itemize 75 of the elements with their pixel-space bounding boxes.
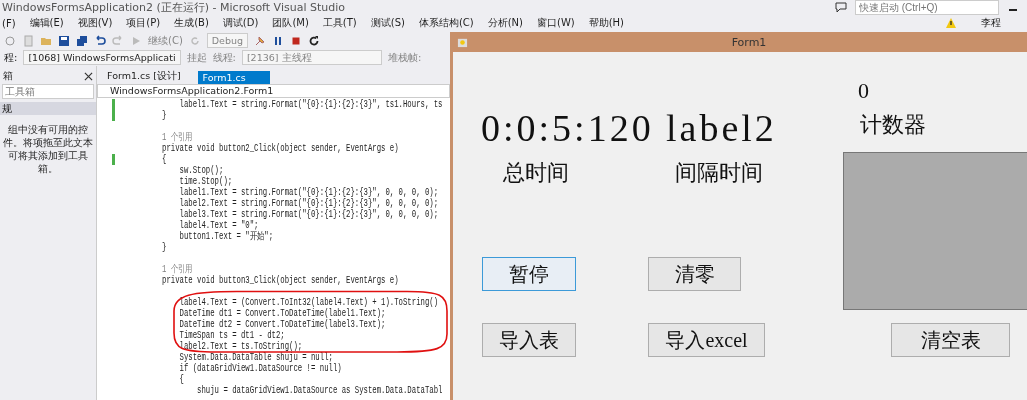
thread-label: 线程: xyxy=(212,50,236,65)
code-line: DateTime dt1 = Convert.ToDateTime(label1.Text); xyxy=(178,309,386,318)
form-label: 间隔时间 xyxy=(675,160,763,187)
save-all-icon[interactable] xyxy=(76,34,88,47)
code-line: label3.Text = string.Format("{0}:{1}:{2}:{3}", 0, 0, 0, 0); xyxy=(178,210,439,219)
toolbox-message: 组中没有可用的控件。将项拖至此文本可将其添加到工具箱。 xyxy=(2,123,94,175)
process-dropdown[interactable]: [1068] WindowsFormsApplicati xyxy=(23,50,181,65)
code-line: time.Stop(); xyxy=(178,177,233,186)
code-line: sw.Stop(); xyxy=(178,166,224,175)
form-button[interactable]: 导入表 xyxy=(482,323,576,357)
code-line: { xyxy=(178,375,184,384)
window-title: WindowsFormsApplication2 (正在运行) - Microsoft Visual Studio xyxy=(2,0,345,15)
editor-tab[interactable]: Form1.cs xyxy=(197,71,270,84)
form-button[interactable]: 清零 xyxy=(648,257,741,291)
feedback-icon[interactable] xyxy=(835,1,847,13)
form-label: 总时间 xyxy=(503,160,569,187)
toolbox-search-field[interactable]: 工具箱 xyxy=(2,84,94,99)
code-line: TimeSpan ts = dt1 - dt2; xyxy=(178,331,285,340)
suspend-button[interactable]: 挂起 xyxy=(186,50,207,65)
configuration-dropdown[interactable]: Debug xyxy=(206,33,249,48)
code-line: } xyxy=(161,243,167,252)
menu-item[interactable]: 生成(B) xyxy=(174,16,209,30)
thread-dropdown[interactable]: [2136] 主线程 xyxy=(241,50,382,65)
window-title: Form1 xyxy=(730,35,768,49)
menu-item[interactable]: 分析(N) xyxy=(487,16,523,30)
toolbox-group-header[interactable]: 规 xyxy=(0,102,96,115)
menu-item[interactable]: 编辑(E) xyxy=(29,16,64,30)
code-line: 1 个引用 xyxy=(161,265,193,274)
menu-item[interactable]: 体系结构(C) xyxy=(418,16,474,30)
form-label: 0:0:5:120 xyxy=(481,106,654,151)
code-line: label2.Text = ts.ToString(); xyxy=(178,342,303,351)
user-name[interactable]: 李程 xyxy=(981,16,1001,30)
menu-item[interactable]: 调试(D) xyxy=(222,16,259,30)
menu-item[interactable]: 项目(P) xyxy=(126,16,161,30)
form-label: 0 xyxy=(858,78,869,105)
pin-icon[interactable] xyxy=(254,34,267,47)
toolbox-title: 箱 xyxy=(3,69,13,83)
undo-icon[interactable] xyxy=(94,34,106,47)
editor-tab[interactable]: Form1.cs [设计] xyxy=(102,69,186,84)
close-icon[interactable] xyxy=(84,71,93,81)
form-label: label2 xyxy=(666,106,777,151)
menu-item[interactable]: 视图(V) xyxy=(77,16,113,30)
menu-item[interactable]: 帮助(H) xyxy=(588,16,624,30)
code-line: label2.Text = string.Format("{0}:{1}:{2}:{3}", 0, 0, 0, 0); xyxy=(178,199,439,208)
menu-item[interactable]: 工具(T) xyxy=(322,16,357,30)
code-line: shuju = dataGridView1.DataSource as System.Data.DataTabl xyxy=(196,386,443,395)
app-icon xyxy=(457,36,468,48)
warning-icon[interactable] xyxy=(945,17,957,29)
code-line: label1.Text = string.Format("{0}:{1}:{2}:{3}", ts1.Hours, ts xyxy=(178,100,443,109)
form-label: 计数器 xyxy=(860,112,926,139)
navigation-dropdown[interactable]: WindowsFormsApplication2.Form1 xyxy=(97,84,450,98)
menu-item[interactable]: 窗口(W) xyxy=(537,16,575,30)
menu-item[interactable]: (F) xyxy=(2,17,16,29)
stack-frame-label: 堆栈帧: xyxy=(387,50,422,65)
form-button[interactable]: 导入excel xyxy=(648,323,765,357)
code-line: private void button3_Click(object sender, EventArgs e) xyxy=(161,276,399,285)
code-line: DateTime dt2 = Convert.ToDateTime(label3.Text); xyxy=(178,320,386,329)
code-line: label4.Text = "0"; xyxy=(178,221,259,230)
quick-launch-field[interactable]: 快速启动 (Ctrl+Q) xyxy=(855,0,999,15)
code-line: private void button2_Click(object sender, EventArgs e) xyxy=(161,144,399,153)
code-line: System.Data.DataTable shuju = null; xyxy=(178,353,333,362)
code-line: label1.Text = string.Format("{0}:{1}:{2}:{3}", 0, 0, 0, 0); xyxy=(178,188,439,197)
process-label: 程: xyxy=(4,50,18,65)
menu-item[interactable]: 团队(M) xyxy=(272,16,309,30)
code-line: if (dataGridView1.DataSource != null) xyxy=(178,364,342,373)
code-line: label4.Text = (Convert.ToInt32(label4.Text) + 1).ToString() xyxy=(178,298,439,307)
save-icon[interactable] xyxy=(58,34,70,47)
form-button[interactable]: 清空表 xyxy=(891,323,1010,357)
menu-item[interactable]: 测试(S) xyxy=(370,16,405,30)
form-button[interactable]: 暂停 xyxy=(482,257,576,291)
code-line: } xyxy=(161,111,167,120)
code-line: button1.Text = "开始"; xyxy=(178,232,273,241)
code-line: 1 个引用 xyxy=(161,133,193,142)
restart-icon[interactable] xyxy=(308,34,321,47)
code-line: { xyxy=(161,155,167,164)
